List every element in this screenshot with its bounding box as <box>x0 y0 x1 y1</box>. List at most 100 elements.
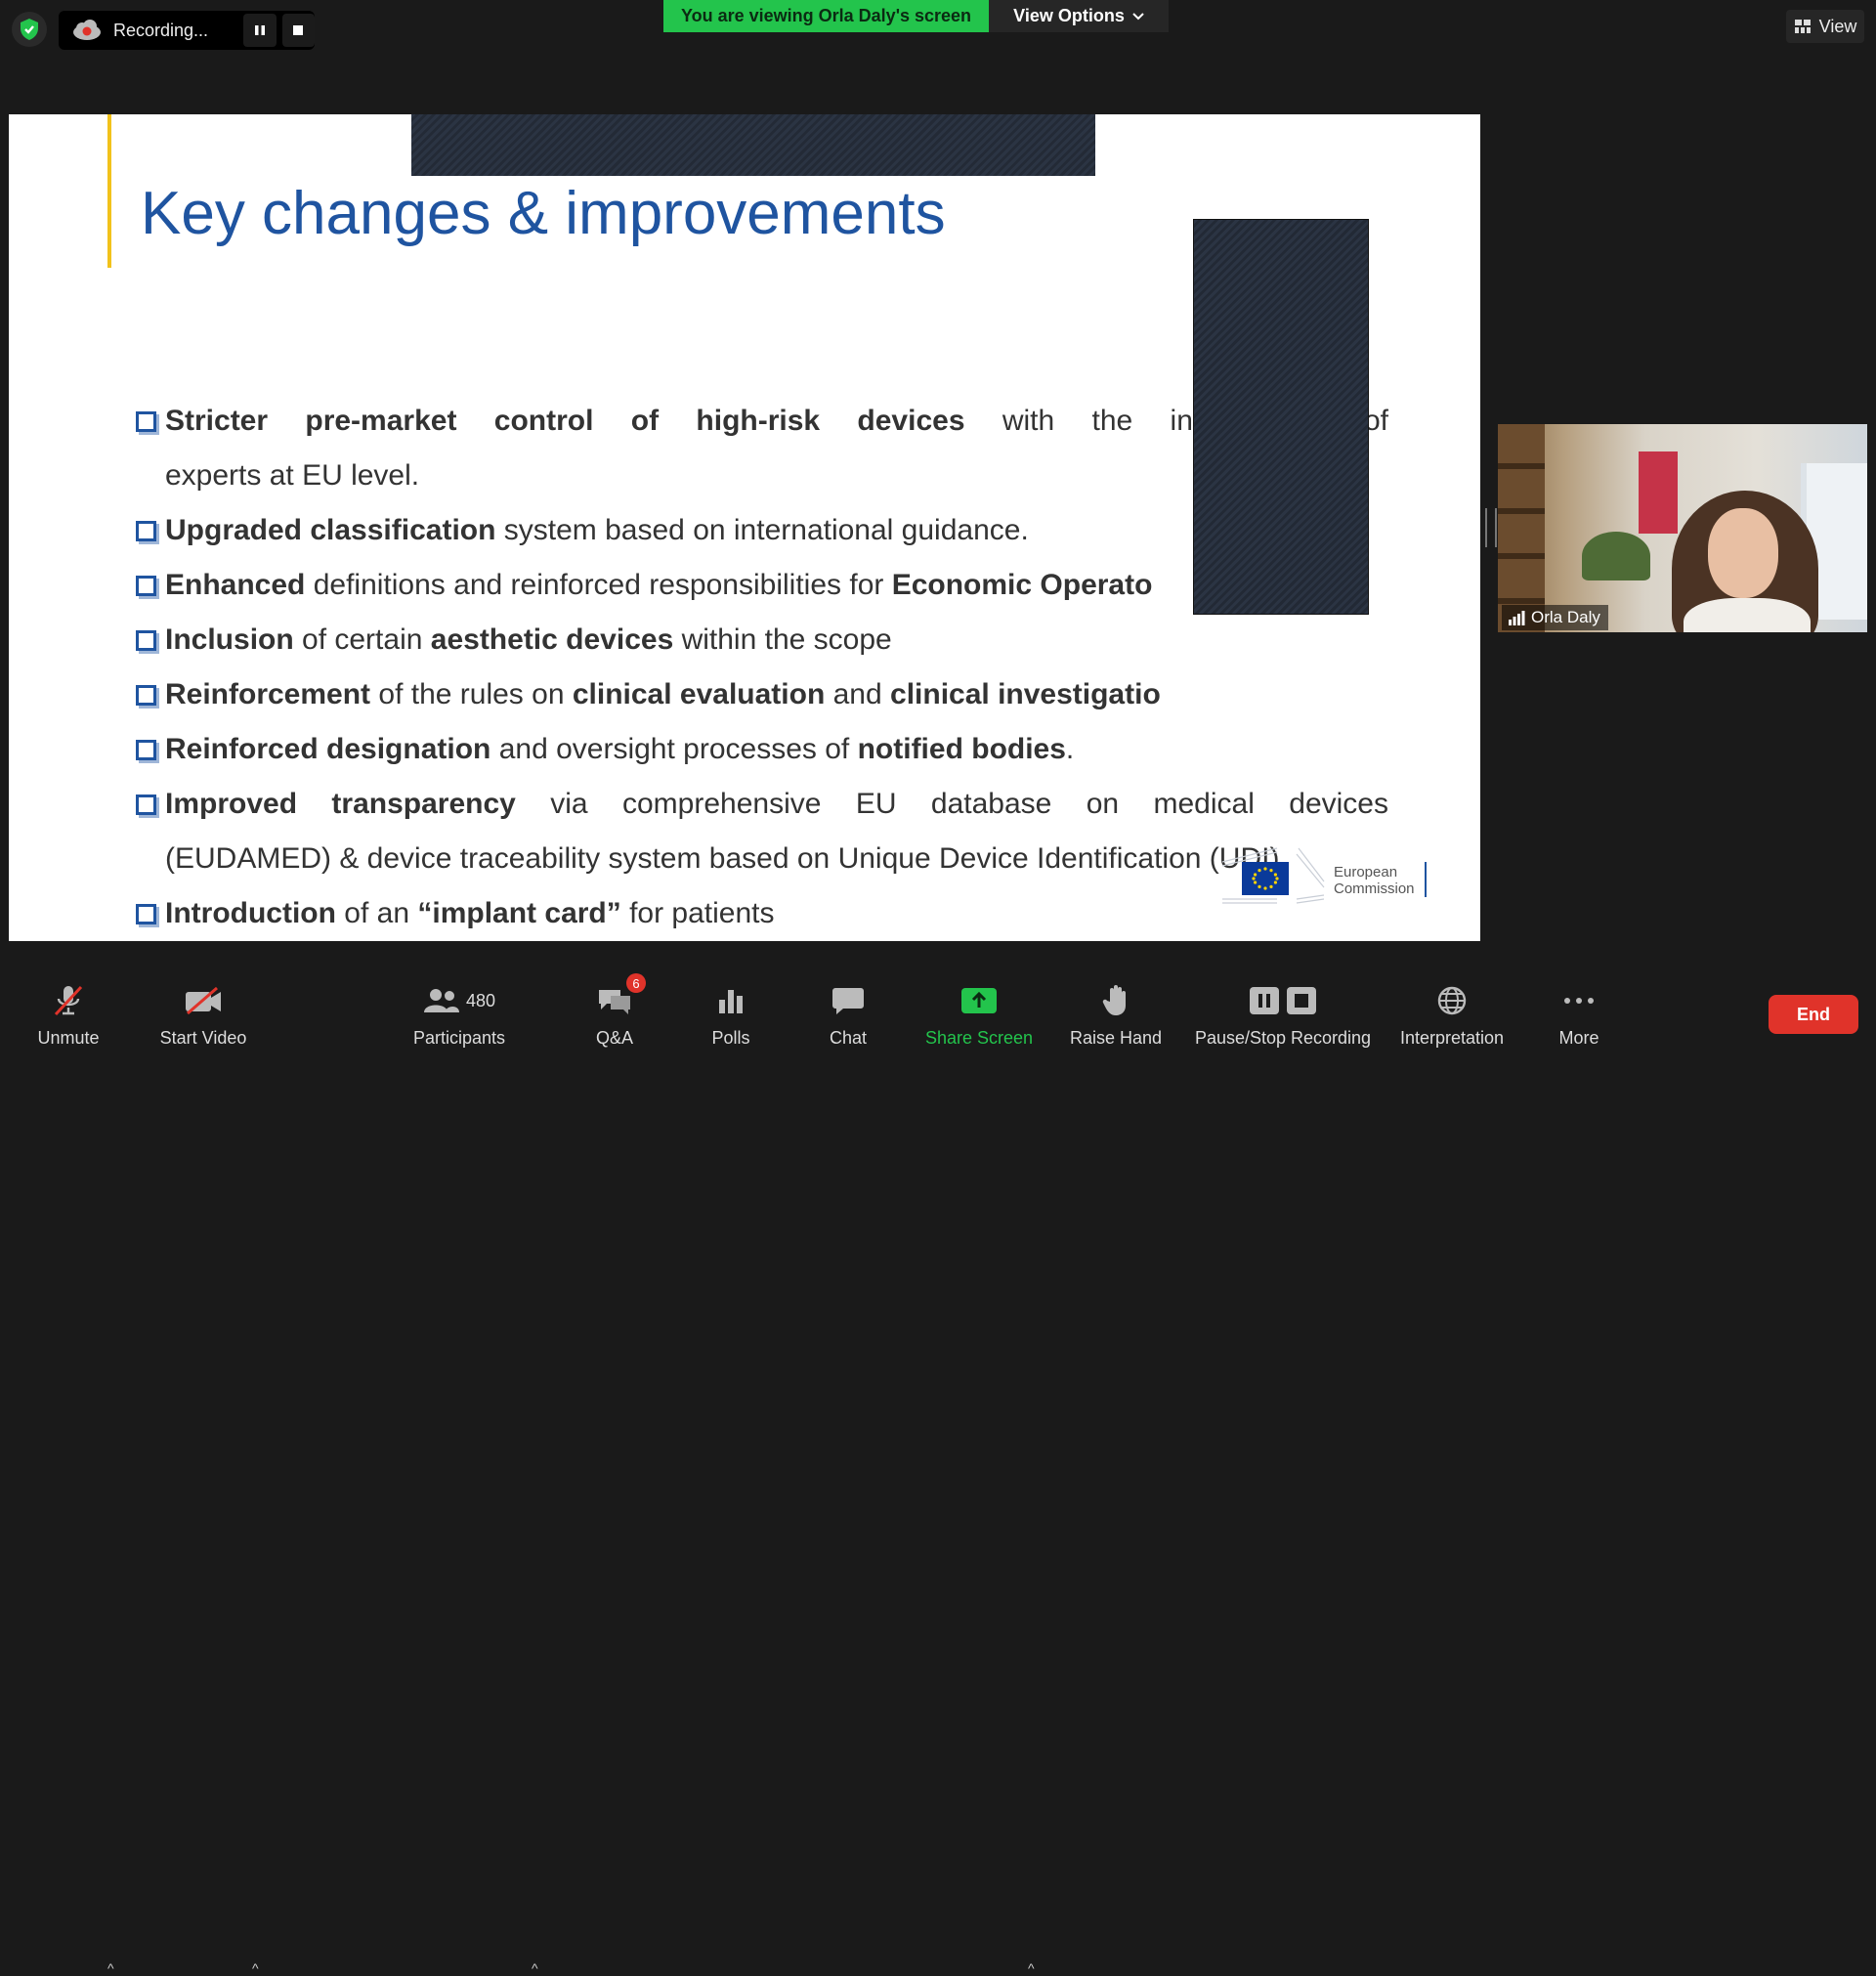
bullet-item: Reinforcement of the rules on clinical e… <box>123 667 1198 722</box>
interpretation-button[interactable]: Interpretation <box>1391 967 1513 1055</box>
bullet-plain-text: . <box>1065 733 1075 765</box>
bullet-bold-text: Improved transparency <box>165 788 516 820</box>
raise-hand-button[interactable]: Raise Hand <box>1067 967 1165 1055</box>
bullet-text: Improved transparency via comprehensive … <box>165 777 1388 832</box>
participant-name-label: Orla Daly <box>1502 605 1608 630</box>
polls-button[interactable]: Polls <box>702 967 760 1055</box>
bullet-bold-text: Introduction <box>165 897 336 929</box>
bullet-bold-text: clinical evaluation <box>572 678 826 710</box>
start-video-button[interactable]: Start Video <box>152 967 254 1055</box>
bullet-plain-text: via comprehensive EU database on medical… <box>515 788 1388 820</box>
interpretation-label: Interpretation <box>1399 1028 1505 1048</box>
slide-redacted-block <box>1193 219 1369 615</box>
bullet-bold-text: Stricter pre-market control of high-risk… <box>165 405 965 437</box>
pause-stop-recording-label: Pause/Stop Recording <box>1194 1028 1372 1048</box>
chat-icon <box>831 979 865 1022</box>
chat-button[interactable]: Chat <box>819 967 877 1055</box>
video-poster <box>1639 451 1678 534</box>
bullet-bold-text: “implant card” <box>417 897 621 929</box>
polls-icon <box>716 979 746 1022</box>
checkbox-bullet-icon <box>136 904 156 924</box>
ec-logo-line1: European <box>1334 864 1398 881</box>
view-layout-button[interactable]: View <box>1786 10 1864 43</box>
grid-view-icon <box>1794 20 1811 33</box>
more-label: More <box>1558 1028 1599 1048</box>
bullet-bold-text: clinical investigatio <box>890 678 1161 710</box>
bullet-item: Enhanced definitions and reinforced resp… <box>123 558 1198 613</box>
cloud-recording-icon <box>72 20 102 41</box>
viewing-screen-banner: You are viewing Orla Daly's screen <box>663 0 989 32</box>
unmute-label: Unmute <box>37 1028 100 1048</box>
bullet-bold-text: Enhanced <box>165 569 306 601</box>
checkbox-bullet-icon <box>136 630 156 651</box>
meeting-toolbar: Unmute ^ Start Video ^ 480 Participants … <box>0 967 1876 1976</box>
bullet-text: Reinforced designation and oversight pro… <box>165 722 1388 777</box>
bullet-item: Introduction of an “implant card” for pa… <box>123 886 1388 941</box>
view-options-label: View Options <box>1013 6 1125 25</box>
ec-logo-line2: Commission <box>1334 881 1415 897</box>
recording-indicator: Recording... <box>59 11 315 50</box>
more-dots-icon <box>1563 979 1595 1022</box>
bullet-text: Enhanced definitions and reinforced resp… <box>165 558 1198 613</box>
pause-stop-icon <box>1249 979 1317 1022</box>
bullet-bold-text: Reinforced designation <box>165 733 491 765</box>
checkbox-bullet-icon <box>136 411 156 432</box>
participants-options-chevron-icon[interactable]: ^ <box>532 1960 538 1976</box>
view-label: View <box>1818 16 1857 36</box>
qa-badge: 6 <box>626 973 646 993</box>
video-options-chevron-icon[interactable]: ^ <box>252 1960 259 1976</box>
share-screen-label: Share Screen <box>924 1028 1034 1048</box>
participants-label: Participants <box>412 1028 506 1048</box>
share-screen-button[interactable]: Share Screen <box>922 967 1036 1055</box>
audio-options-chevron-icon[interactable]: ^ <box>107 1960 114 1976</box>
muted-mic-icon <box>52 979 85 1022</box>
pause-stop-recording-button[interactable]: Pause/Stop Recording <box>1190 967 1376 1055</box>
ec-logo-bar <box>1425 862 1427 897</box>
bullet-text: Introduction of an “implant card” for pa… <box>165 886 1388 941</box>
bullet-item: Inclusion of certain aesthetic devices w… <box>123 613 1388 667</box>
bullet-bold-text: Inclusion <box>165 623 294 656</box>
bullet-continuation: (EUDAMED) & device traceability system b… <box>165 842 1280 875</box>
bullet-bold-text: Upgraded classification <box>165 514 496 546</box>
bullet-plain-text: within the scope <box>673 623 892 656</box>
view-options-button[interactable]: View Options <box>989 0 1169 32</box>
end-meeting-button[interactable]: End <box>1769 995 1858 1034</box>
bullet-plain-text: of the rules on <box>370 678 573 710</box>
participant-video-tile[interactable]: Orla Daly <box>1498 424 1867 632</box>
checkbox-bullet-icon <box>136 576 156 596</box>
unmute-button[interactable]: Unmute <box>27 967 109 1055</box>
video-person-face <box>1708 508 1778 598</box>
stop-recording-button[interactable] <box>281 14 315 47</box>
panel-resize-handle[interactable] <box>1485 508 1497 547</box>
globe-icon <box>1436 979 1468 1022</box>
pause-recording-button[interactable] <box>243 14 277 47</box>
european-commission-logo: European Commission <box>1218 842 1428 911</box>
checkbox-bullet-icon <box>136 685 156 706</box>
participant-name: Orla Daly <box>1531 608 1600 626</box>
qa-icon: 6 <box>597 973 646 1022</box>
qa-label: Q&A <box>595 1028 633 1048</box>
security-shield-icon[interactable] <box>12 12 47 47</box>
participants-count: 480 <box>465 990 496 1010</box>
bullet-bold-text: Reinforcement <box>165 678 371 710</box>
eu-flag-icon <box>1242 862 1289 895</box>
more-button[interactable]: More <box>1550 967 1608 1055</box>
bullet-bold-text: Economic Operato <box>891 569 1153 601</box>
chat-label: Chat <box>829 1028 868 1048</box>
bullet-item: Improved transparency via comprehensive … <box>123 777 1388 832</box>
participants-button[interactable]: 480 Participants <box>408 967 510 1055</box>
bullet-plain-text: and <box>825 678 891 710</box>
raise-hand-icon <box>1102 979 1130 1022</box>
video-off-icon <box>184 979 223 1022</box>
ec-logo-text: European Commission <box>1334 864 1415 897</box>
bullet-text: Inclusion of certain aesthetic devices w… <box>165 613 1388 667</box>
share-screen-icon <box>960 979 998 1022</box>
recording-label: Recording... <box>113 20 209 40</box>
share-options-chevron-icon[interactable]: ^ <box>1028 1960 1035 1976</box>
bullet-plain-text: of an <box>335 897 418 929</box>
video-person-body <box>1684 598 1811 632</box>
qa-button[interactable]: 6 Q&A <box>586 967 646 1055</box>
video-plant <box>1582 532 1650 580</box>
slide-accent-line <box>107 114 111 268</box>
checkbox-bullet-icon <box>136 740 156 760</box>
